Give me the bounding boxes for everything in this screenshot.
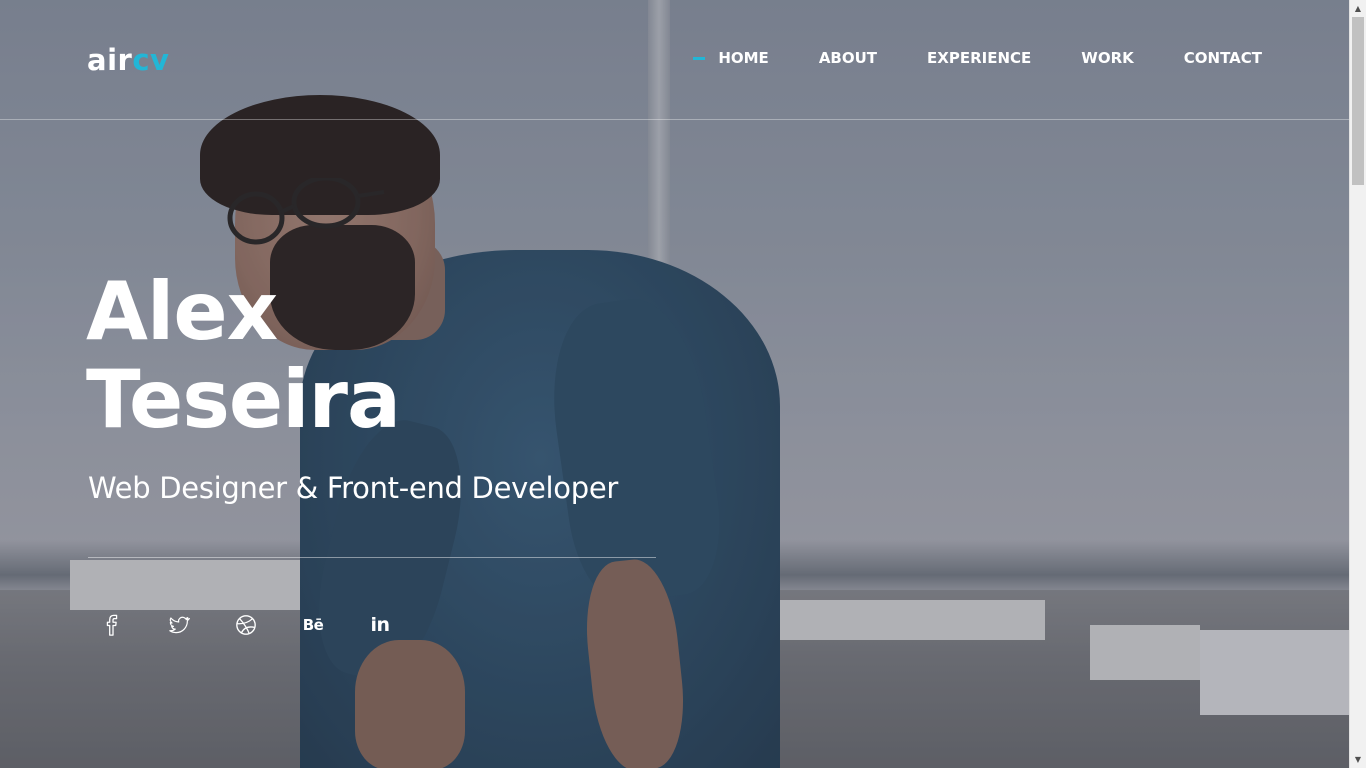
dribbble-link[interactable] <box>233 612 259 638</box>
behance-icon: Bē <box>302 616 324 634</box>
linkedin-link[interactable]: in <box>367 612 393 638</box>
scroll-thumb[interactable] <box>1352 17 1364 185</box>
social-links: Bē in <box>99 612 434 638</box>
active-indicator <box>693 56 706 60</box>
page: aircv HOME ABOUT EXPERIENCE WORK CONTACT… <box>0 0 1366 768</box>
nav-home[interactable]: HOME <box>693 48 769 68</box>
twitter-icon <box>169 616 190 634</box>
dribbble-icon <box>236 615 256 635</box>
twitter-link[interactable] <box>166 612 192 638</box>
site-header: aircv HOME ABOUT EXPERIENCE WORK CONTACT <box>0 0 1349 120</box>
nav-label: CONTACT <box>1183 49 1262 67</box>
hero-name: Alex Teseira <box>86 265 401 446</box>
behance-link[interactable]: Bē <box>300 612 326 638</box>
main-nav: HOME ABOUT EXPERIENCE WORK CONTACT <box>693 48 1262 68</box>
logo-text-accent: cv <box>132 43 170 77</box>
facebook-icon <box>106 614 118 636</box>
logo-text-main: air <box>87 43 133 77</box>
hero-first-name: Alex <box>86 265 278 358</box>
nav-experience[interactable]: EXPERIENCE <box>927 48 1031 68</box>
linkedin-icon: in <box>370 614 390 636</box>
nav-label: HOME <box>718 49 769 67</box>
facebook-link[interactable] <box>99 612 125 638</box>
nav-label: EXPERIENCE <box>927 49 1032 67</box>
hero-role: Web Designer & Front-end Developer <box>88 471 618 505</box>
scroll-down-arrow-icon[interactable]: ▼ <box>1350 751 1366 768</box>
nav-work[interactable]: WORK <box>1081 48 1133 68</box>
nav-label: ABOUT <box>818 49 878 67</box>
nav-about[interactable]: ABOUT <box>819 48 877 68</box>
hero-last-name: Teseira <box>86 353 401 446</box>
vertical-scrollbar[interactable]: ▲ ▼ <box>1349 0 1366 768</box>
nav-label: WORK <box>1081 49 1134 67</box>
hero-divider <box>88 557 656 558</box>
logo[interactable]: aircv <box>87 42 169 78</box>
scroll-up-arrow-icon[interactable]: ▲ <box>1350 0 1366 17</box>
nav-contact[interactable]: CONTACT <box>1184 48 1262 68</box>
